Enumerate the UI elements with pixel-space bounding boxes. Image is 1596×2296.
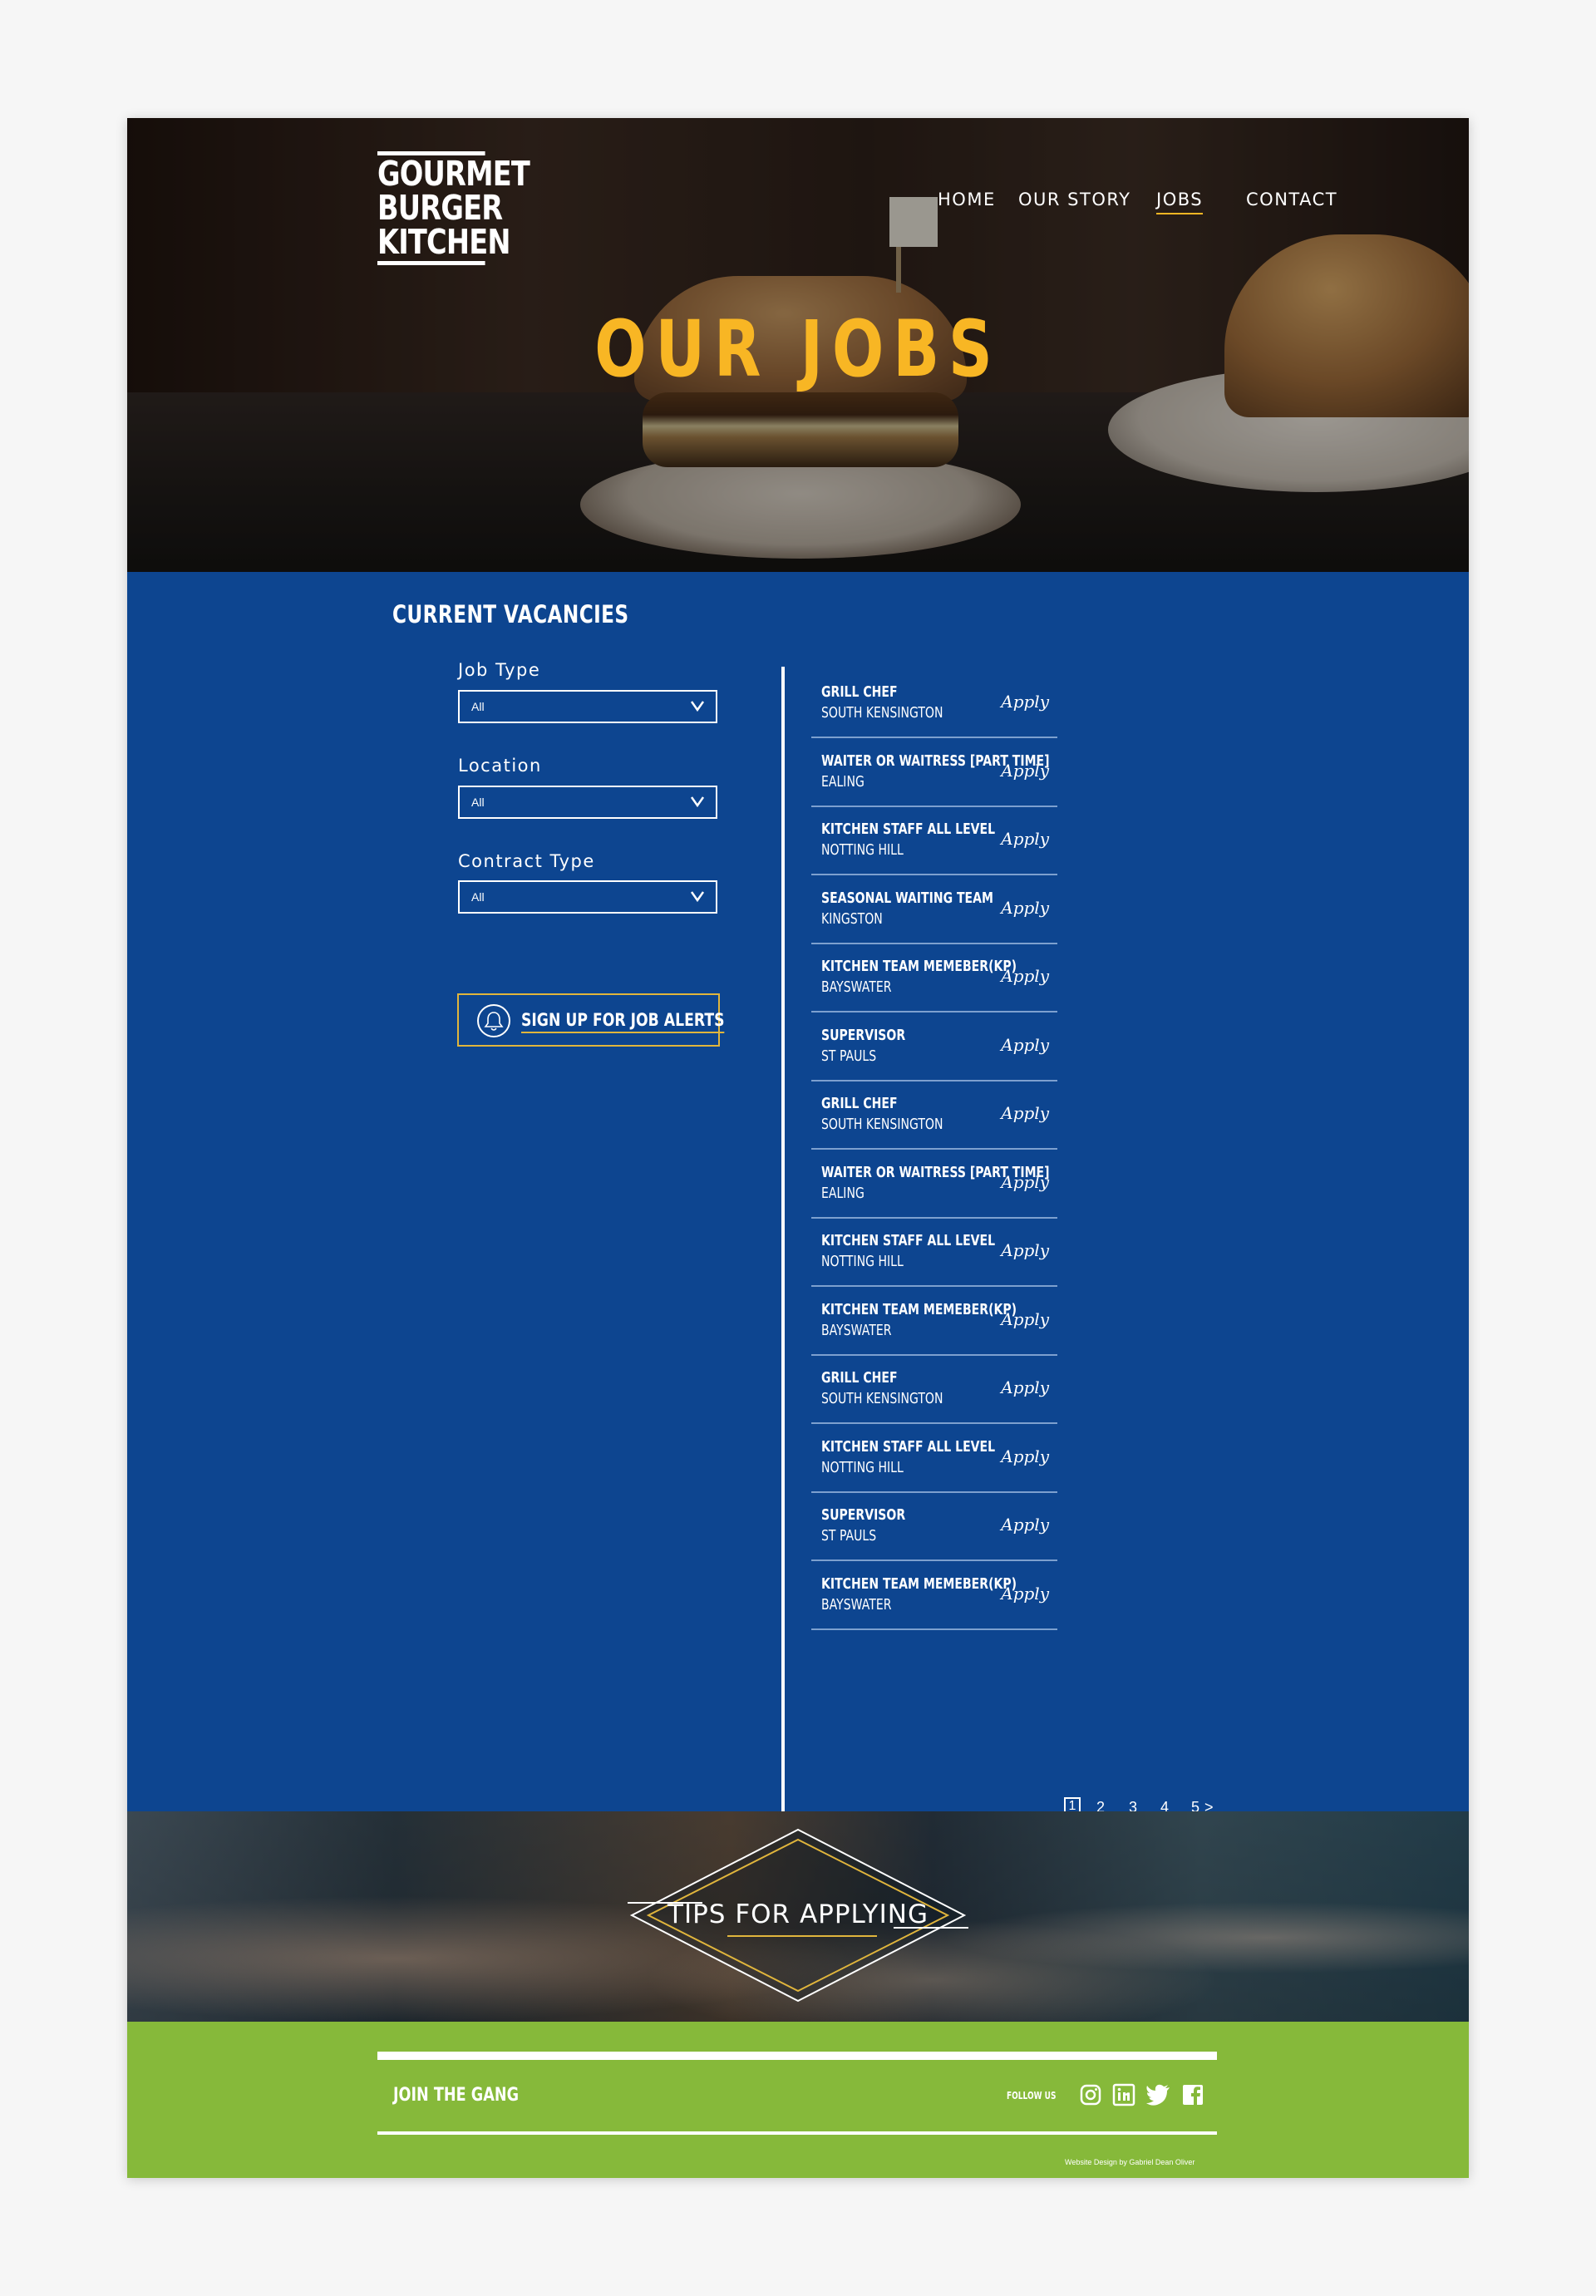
job-row[interactable]: WAITER OR WAITRESS [PART TIME] EALING Appl… xyxy=(811,739,1057,807)
logo-line: BURGER xyxy=(377,188,503,228)
job-title: KITCHEN TEAM MEMEBER(KP) xyxy=(821,1300,1017,1318)
job-row[interactable]: KITCHEN TEAM MEMEBER(KP) BAYSWATER Apply xyxy=(811,944,1057,1013)
job-row[interactable]: SUPERVISOR ST PAULS Apply xyxy=(811,1493,1057,1561)
job-title: SEASONAL WAITING TEAM xyxy=(821,889,993,907)
job-type-select[interactable]: All xyxy=(458,690,717,723)
job-row[interactable]: GRILL CHEF SOUTH KENSINGTON Apply xyxy=(811,670,1057,738)
job-location: NOTTING HILL xyxy=(821,1253,904,1270)
apply-link[interactable]: Apply xyxy=(1001,1172,1049,1192)
job-row[interactable]: KITCHEN STAFF ALL LEVEL NOTTING HILL Apply xyxy=(811,807,1057,875)
contract-type-select[interactable]: All xyxy=(458,880,717,914)
join-the-gang[interactable]: JOIN THE GANG xyxy=(393,2085,519,2106)
job-row[interactable]: KITCHEN STAFF ALL LEVEL NOTTING HILL Apply xyxy=(811,1219,1057,1287)
job-title: SUPERVISOR xyxy=(821,1026,906,1044)
apply-link[interactable]: Apply xyxy=(1001,1377,1049,1397)
job-location: SOUTH KENSINGTON xyxy=(821,1116,943,1133)
brand-logo[interactable]: GOURMET BURGER KITCHEN xyxy=(377,151,530,265)
nav-jobs[interactable]: JOBS xyxy=(1156,190,1204,214)
logo-line: GOURMET xyxy=(377,154,530,194)
job-row[interactable]: KITCHEN TEAM MEMEBER(KP) BAYSWATER Apply xyxy=(811,1288,1057,1356)
job-location: ST PAULS xyxy=(821,1527,877,1545)
apply-link[interactable]: Apply xyxy=(1001,761,1049,781)
apply-link[interactable]: Apply xyxy=(1001,1035,1049,1055)
job-row[interactable]: KITCHEN TEAM MEMEBER(KP) BAYSWATER Apply xyxy=(811,1562,1057,1630)
job-row[interactable]: SEASONAL WAITING TEAM KINGSTON Apply xyxy=(811,876,1057,944)
job-row[interactable]: KITCHEN STAFF ALL LEVEL NOTTING HILL Apply xyxy=(811,1425,1057,1493)
job-title: GRILL CHEF xyxy=(821,1095,898,1112)
bell-icon xyxy=(484,1012,504,1031)
footer-rule-top xyxy=(377,2052,1217,2060)
contract-type-value: All xyxy=(471,890,485,904)
job-location: BAYSWATER xyxy=(821,1595,892,1614)
job-location: EALING xyxy=(821,1184,864,1202)
nav-home[interactable]: HOME xyxy=(938,190,996,209)
job-location: BAYSWATER xyxy=(821,978,892,996)
chevron-down-icon xyxy=(690,891,705,903)
job-title: GRILL CHEF xyxy=(821,683,898,701)
job-title: KITCHEN STAFF ALL LEVEL xyxy=(821,820,996,838)
job-location: SOUTH KENSINGTON xyxy=(821,704,943,722)
job-location: EALING xyxy=(821,772,864,791)
job-alerts-button[interactable]: SIGN UP FOR JOB ALERTS xyxy=(457,993,725,1047)
location-label: Location xyxy=(458,756,542,776)
apply-link[interactable]: Apply xyxy=(1001,1309,1049,1329)
job-title: SUPERVISOR xyxy=(821,1506,906,1524)
job-title: KITCHEN STAFF ALL LEVEL xyxy=(821,1437,996,1456)
apply-link[interactable]: Apply xyxy=(1001,1240,1049,1260)
tips-banner[interactable]: TIPS FOR APPLYING xyxy=(127,1811,1469,2022)
job-location: NOTTING HILL xyxy=(821,1458,904,1476)
logo-line: KITCHEN xyxy=(377,222,510,262)
job-row[interactable]: GRILL CHEF SOUTH KENSINGTON Apply xyxy=(811,1081,1057,1150)
follow-us-label: FOLLOW US xyxy=(1007,2090,1057,2101)
job-row[interactable]: WAITER OR WAITRESS [PART TIME] EALING Appl… xyxy=(811,1150,1057,1219)
instagram-icon[interactable] xyxy=(1079,2083,1102,2106)
section-title: CURRENT VACANCIES xyxy=(392,600,629,628)
design-credit: Website Design by Gabriel Dean Oliver xyxy=(1065,2158,1195,2166)
apply-link[interactable]: Apply xyxy=(1001,1515,1049,1535)
vertical-divider xyxy=(781,667,785,1830)
apply-link[interactable]: Apply xyxy=(1001,1446,1049,1466)
chevron-down-icon xyxy=(690,701,705,712)
apply-link[interactable]: Apply xyxy=(1001,1584,1049,1604)
job-location: ST PAULS xyxy=(821,1047,877,1065)
job-title: KITCHEN TEAM MEMEBER(KP) xyxy=(821,958,1017,975)
twitter-icon[interactable] xyxy=(1145,2083,1171,2106)
job-type-label: Job Type xyxy=(458,660,541,680)
footer-rule-bottom xyxy=(377,2131,1217,2135)
chevron-down-icon xyxy=(690,796,705,808)
page-title: OUR JOBS xyxy=(594,304,1002,395)
job-row[interactable]: SUPERVISOR ST PAULS Apply xyxy=(811,1013,1057,1081)
hero-banner: GOURMET BURGER KITCHEN HOME OUR STORY JO… xyxy=(127,118,1469,572)
footer: JOIN THE GANG FOLLOW US Website Design b… xyxy=(127,2022,1469,2178)
job-location: SOUTH KENSINGTON xyxy=(821,1390,943,1407)
apply-link[interactable]: Apply xyxy=(1001,966,1049,986)
job-location: KINGSTON xyxy=(821,909,883,928)
linkedin-icon[interactable] xyxy=(1112,2083,1135,2106)
apply-link[interactable]: Apply xyxy=(1001,898,1049,918)
job-alerts-label: SIGN UP FOR JOB ALERTS xyxy=(521,1010,725,1033)
facebook-icon[interactable] xyxy=(1181,2083,1204,2106)
tips-label: TIPS FOR APPLYING xyxy=(667,1899,929,1929)
job-title: GRILL CHEF xyxy=(821,1369,898,1387)
job-row[interactable]: GRILL CHEF SOUTH KENSINGTON Apply xyxy=(811,1356,1057,1424)
nav-contact[interactable]: CONTACT xyxy=(1246,190,1337,209)
job-location: NOTTING HILL xyxy=(821,841,904,859)
nav-our-story[interactable]: OUR STORY xyxy=(1018,190,1130,209)
apply-link[interactable]: Apply xyxy=(1001,692,1049,712)
apply-link[interactable]: Apply xyxy=(1001,829,1049,849)
apply-link[interactable]: Apply xyxy=(1001,1103,1049,1123)
location-select[interactable]: All xyxy=(458,786,717,819)
job-type-value: All xyxy=(471,700,485,713)
job-location: BAYSWATER xyxy=(821,1321,892,1339)
job-title: KITCHEN TEAM MEMEBER(KP) xyxy=(821,1574,1017,1593)
contract-type-label: Contract Type xyxy=(458,851,595,871)
job-title: KITCHEN STAFF ALL LEVEL xyxy=(821,1232,996,1249)
page: GOURMET BURGER KITCHEN HOME OUR STORY JO… xyxy=(127,118,1469,2178)
bell-icon-circle xyxy=(477,1004,510,1037)
location-value: All xyxy=(471,796,485,809)
